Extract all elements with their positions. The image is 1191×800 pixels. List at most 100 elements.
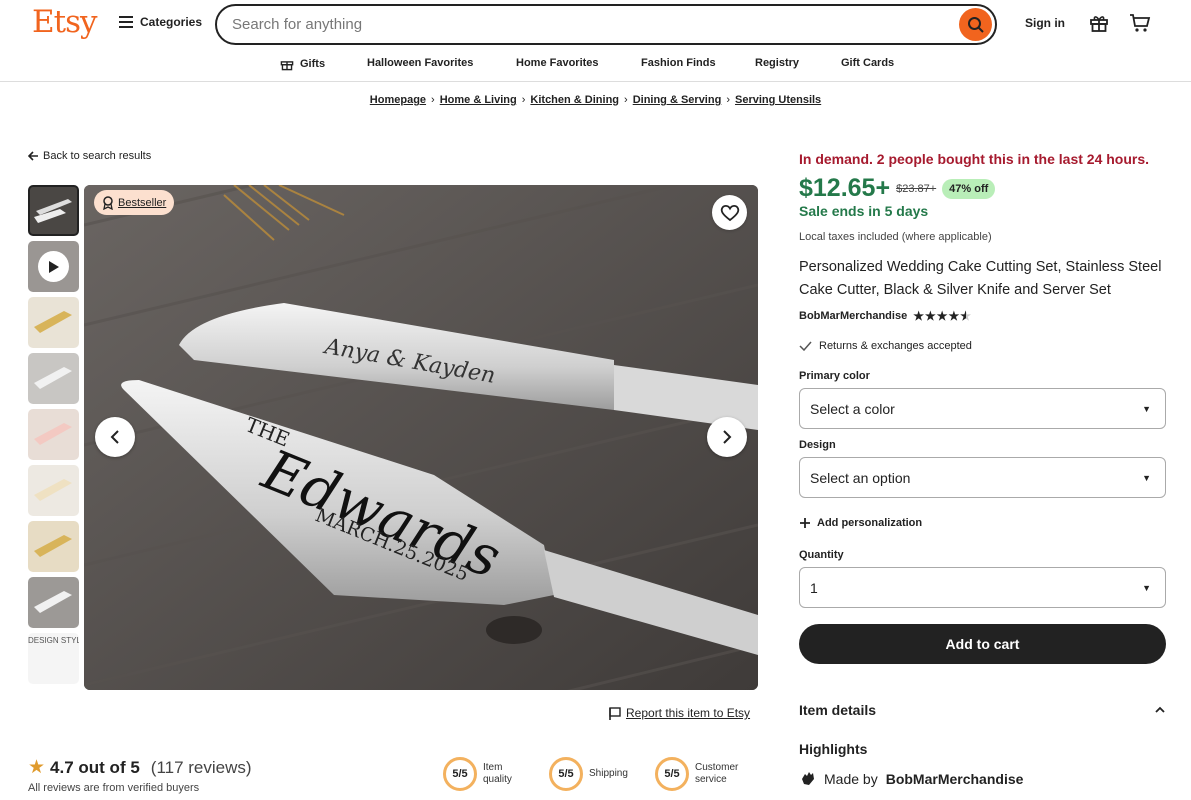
add-personalization-button[interactable]: Add personalization [799,517,922,529]
design-select[interactable]: Select an option ▼ [799,457,1166,498]
score-label: quality [483,774,512,785]
favorite-button[interactable] [712,195,747,230]
heart-icon [720,204,739,221]
primary-color-select[interactable]: Select a color ▼ [799,388,1166,429]
select-value: Select a color [810,400,895,417]
main-product-image[interactable]: Anya & Kayden THE Edwards MARCH.25.2025 [84,185,758,690]
score-value: 5/5 [655,757,689,791]
previous-image-button[interactable] [95,417,135,457]
star-rating: ★★★★★★ [913,309,972,323]
nav-item-gift-cards[interactable]: Gift Cards [841,57,894,69]
primary-color-label: Primary color [799,370,870,382]
thumbnail-3[interactable] [28,297,79,348]
sign-in-link[interactable]: Sign in [1025,16,1065,30]
play-icon [38,251,69,282]
chevron-right-icon: › [726,94,730,106]
menu-icon [119,16,133,28]
caret-down-icon: ▼ [1142,403,1151,414]
hand-icon [802,772,814,785]
thumbnail-1[interactable] [28,185,79,236]
quantity-label: Quantity [799,549,844,561]
score-value: 5/5 [549,757,583,791]
etsy-logo[interactable]: Etsy [32,4,98,40]
chevron-up-icon [1155,706,1165,713]
score-label: Customer [695,762,739,773]
thumbnail-4[interactable] [28,353,79,404]
next-image-button[interactable] [707,417,747,457]
quantity-select[interactable]: 1 ▼ [799,567,1166,608]
made-by-prefix: Made by [824,770,878,787]
demand-notice: In demand. 2 people bought this in the l… [799,151,1150,167]
shop-name-link[interactable]: BobMarMerchandise [799,310,907,322]
score-customer-service: 5/5 Customer service [655,757,738,791]
categories-button[interactable]: Categories [119,15,202,29]
add-personalization-label: Add personalization [817,517,923,529]
score-value: 5/5 [443,757,477,791]
thumbnail-video[interactable] [28,241,79,292]
breadcrumb-dining-serving[interactable]: Dining & Serving [633,94,722,106]
thumbnail-6[interactable] [28,465,79,516]
review-count[interactable]: (117 reviews) [151,758,252,778]
report-label: Report this item to Etsy [626,706,751,720]
nav-item-gifts[interactable]: Gifts [280,57,325,71]
plus-icon [800,518,810,528]
score-label: service [695,774,727,785]
thumbnail-8[interactable] [28,577,79,628]
rating-value: 4.7 out of 5 [50,757,140,777]
add-to-cart-button[interactable]: Add to cart [799,624,1166,664]
gift-icon [280,61,294,71]
back-label: Back to search results [43,150,152,162]
nav-item-halloween[interactable]: Halloween Favorites [367,57,473,69]
product-title: Personalized Wedding Cake Cutting Set, S… [799,259,1162,298]
search-icon [967,16,984,33]
breadcrumb: Homepage › Home & Living › Kitchen & Dining ›… [0,94,1191,106]
highlights-heading: Highlights [799,741,868,757]
thumbnail-9[interactable]: DESIGN STYLE [28,633,79,684]
caret-down-icon: ▼ [1142,472,1151,483]
verified-note: All reviews are from verified buyers [28,782,200,794]
breadcrumb-homepage[interactable]: Homepage [370,94,426,106]
breadcrumb-serving-utensils[interactable]: Serving Utensils [735,94,821,106]
arrow-left-icon [28,151,38,161]
select-value: Select an option [810,469,911,486]
search-input[interactable] [232,16,932,33]
chevron-right-icon: › [431,94,435,106]
cake-server-set-photo: Anya & Kayden THE Edwards MARCH.25.2025 [84,185,758,690]
nav-item-label: Gifts [300,58,326,70]
current-price: $12.65+ [799,174,891,202]
category-nav: Gifts Halloween Favorites Home Favorites… [0,48,1191,82]
nav-item-home[interactable]: Home Favorites [516,57,599,69]
thumbnail-5[interactable] [28,409,79,460]
search-button[interactable] [959,8,992,41]
score-shipping: 5/5 Shipping [549,757,628,791]
sale-ends: Sale ends in 5 days [799,203,929,219]
breadcrumb-kitchen-dining[interactable]: Kitchen & Dining [530,94,619,106]
price-block: $12.65+ $23.87+ 47% off [799,174,996,203]
made-by-shop-link[interactable]: BobMarMerchandise [886,771,1024,787]
cart-icon[interactable] [1129,13,1151,38]
design-label: Design [799,439,836,451]
back-to-results-link[interactable]: Back to search results [28,150,151,162]
breadcrumb-home-living[interactable]: Home & Living [440,94,517,106]
returns-info: Returns & exchanges accepted [799,340,972,352]
score-label: Item [483,762,503,773]
item-details-toggle[interactable]: Item details [799,702,1166,718]
thumbnail-7[interactable] [28,521,79,572]
nav-item-registry[interactable]: Registry [755,57,799,69]
score-label: Shipping [589,768,628,779]
rating-summary: ★ 4.7 out of 5 (117 reviews) [28,756,252,779]
header: Etsy Categories Sign in [0,0,1191,48]
nav-item-fashion[interactable]: Fashion Finds [641,57,716,69]
item-details-label: Item details [799,702,877,718]
gift-icon[interactable] [1089,13,1109,38]
returns-label: Returns & exchanges accepted [819,340,972,352]
report-item-link[interactable]: Report this item to Etsy [609,706,750,720]
made-by: Made by BobMarMerchandise [799,770,1023,787]
search-bar [215,4,997,45]
thumbnail-caption: DESIGN STYLE [28,636,79,645]
star-icon: ★ [28,757,46,778]
chevron-right-icon: › [521,94,526,106]
select-value: 1 [810,579,818,596]
original-price: $23.87+ [896,182,937,195]
bestseller-label: Bestseller [118,196,167,209]
